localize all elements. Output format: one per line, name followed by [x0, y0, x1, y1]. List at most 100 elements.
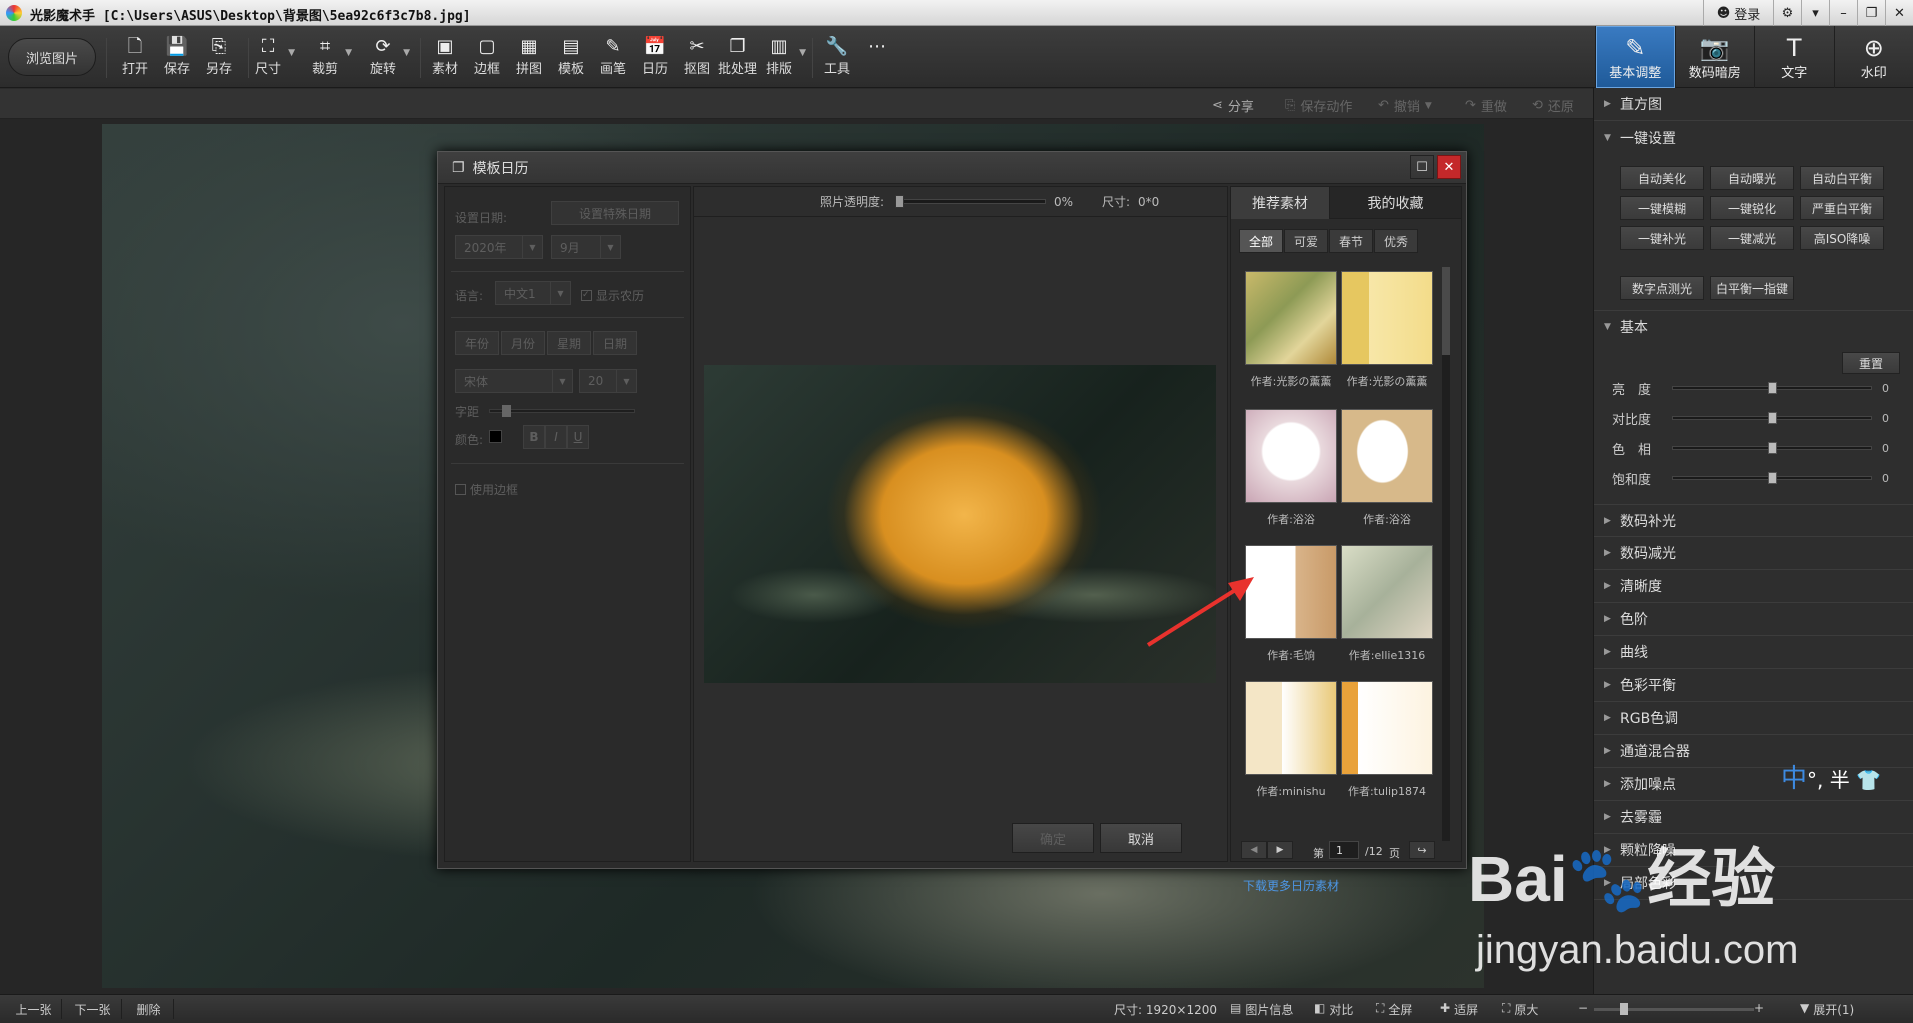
template-thumb[interactable] — [1341, 409, 1433, 503]
section-color-balance[interactable]: ▶ 色彩平衡 — [1594, 669, 1913, 702]
bold-button[interactable]: B — [523, 425, 545, 449]
font-size-select[interactable]: 20 ▼ — [579, 369, 637, 393]
one-key-fill-light-button[interactable]: 一键补光 — [1620, 226, 1704, 250]
cat-excellent[interactable]: 优秀 — [1374, 229, 1418, 253]
skin-button[interactable]: ⚙ — [1773, 0, 1801, 26]
close-button[interactable]: ✕ — [1885, 0, 1913, 26]
month-select[interactable]: 9月 ▼ — [551, 235, 621, 259]
section-rgb-tone[interactable]: ▶ RGB色调 — [1594, 702, 1913, 735]
login-button[interactable]: ☻ 登录 — [1703, 0, 1773, 26]
expand-button[interactable]: ▼ 展开(1) — [1800, 1001, 1854, 1018]
language-select[interactable]: 中文1 ▼ — [495, 281, 571, 305]
delete-image-button[interactable]: 删除 — [124, 999, 174, 1019]
template-thumb[interactable] — [1245, 271, 1337, 365]
chevron-down-icon[interactable]: ▼ — [288, 48, 295, 58]
section-reduce-light[interactable]: ▶ 数码减光 — [1594, 537, 1913, 570]
font-select[interactable]: 宋体 ▼ — [455, 369, 573, 393]
share-button[interactable]: ⋖ 分享 — [1212, 96, 1254, 115]
slider-knob[interactable] — [1768, 412, 1777, 424]
rotate-button[interactable]: ⟳ 旋转 ▼ — [370, 36, 410, 82]
one-key-sharpen-button[interactable]: 一键锐化 — [1710, 196, 1794, 220]
zoom-out-icon[interactable]: − — [1578, 1001, 1588, 1015]
collage-button[interactable]: ▦ 拼图 — [516, 36, 542, 82]
undo-button[interactable]: ↶ 撤销 ▼ — [1378, 96, 1432, 115]
template-thumb[interactable] — [1341, 545, 1433, 639]
fullscreen-button[interactable]: ⛶ 全屏 — [1376, 1001, 1412, 1018]
tab-month[interactable]: 月份 — [501, 331, 545, 355]
page-input[interactable]: 1 — [1329, 841, 1359, 859]
reset-button[interactable]: 重置 — [1842, 352, 1900, 374]
special-date-button[interactable]: 设置特殊日期 — [551, 201, 679, 225]
brush-button[interactable]: ✎ 画笔 — [600, 36, 626, 82]
minimize-button[interactable]: – — [1829, 0, 1857, 26]
opacity-slider[interactable] — [895, 195, 1046, 208]
one-key-blur-button[interactable]: 一键模糊 — [1620, 196, 1704, 220]
template-button[interactable]: ▤ 模板 — [558, 36, 584, 82]
go-page-button[interactable]: ↪ — [1409, 841, 1435, 859]
prev-page-button[interactable]: ◀ — [1241, 841, 1267, 859]
use-border-checkbox[interactable]: 使用边框 — [455, 481, 518, 498]
chevron-down-icon[interactable]: ▼ — [1425, 101, 1432, 111]
browse-images-button[interactable]: 浏览图片 — [8, 38, 96, 76]
next-image-button[interactable]: 下一张 — [64, 999, 122, 1019]
zoom-in-icon[interactable]: + — [1754, 1001, 1764, 1015]
tab-year[interactable]: 年份 — [455, 331, 499, 355]
border-button[interactable]: ▢ 边框 — [474, 36, 500, 82]
color-swatch[interactable] — [489, 430, 502, 443]
section-curves[interactable]: ▶ 曲线 — [1594, 636, 1913, 669]
slider-knob[interactable] — [1768, 442, 1777, 454]
prev-image-button[interactable]: 上一张 — [6, 999, 62, 1019]
section-levels[interactable]: ▶ 色阶 — [1594, 603, 1913, 636]
restore-button[interactable]: ⟲ 还原 — [1532, 96, 1574, 115]
cat-all[interactable]: 全部 — [1239, 229, 1283, 253]
maximize-button[interactable]: ❐ — [1857, 0, 1885, 26]
menu-button[interactable]: ▾ — [1801, 0, 1829, 26]
slider-knob[interactable] — [1620, 1003, 1628, 1015]
resize-button[interactable]: ⛶ 尺寸 ▼ — [255, 36, 295, 82]
lunar-checkbox[interactable]: ✓ 显示农历 — [581, 287, 644, 304]
chevron-down-icon[interactable]: ▼ — [345, 48, 352, 58]
ok-button[interactable]: 确定 — [1012, 823, 1094, 853]
redo-button[interactable]: ↷ 重做 — [1465, 96, 1507, 115]
template-thumb[interactable] — [1245, 409, 1337, 503]
section-one-key[interactable]: ▼ 一键设置 — [1594, 121, 1913, 154]
auto-white-balance-button[interactable]: 自动白平衡 — [1800, 166, 1884, 190]
cat-cute[interactable]: 可爱 — [1284, 229, 1328, 253]
auto-beautify-button[interactable]: 自动美化 — [1620, 166, 1704, 190]
slider-knob[interactable] — [895, 195, 904, 208]
underline-button[interactable]: U — [567, 425, 589, 449]
dialog-close-button[interactable]: ✕ — [1437, 155, 1461, 179]
template-thumb[interactable] — [1341, 271, 1433, 365]
save-button[interactable]: 💾 保存 — [164, 36, 190, 82]
batch-button[interactable]: ❐ 批处理 — [718, 36, 757, 82]
strong-white-balance-button[interactable]: 严重白平衡 — [1800, 196, 1884, 220]
tools-button[interactable]: 🔧 工具 — [824, 36, 850, 82]
download-more-link[interactable]: 下载更多日历素材 — [1243, 877, 1339, 894]
section-basic[interactable]: ▼ 基本 — [1594, 310, 1913, 343]
ime-indicator[interactable]: 中°, 半 👕 — [1781, 758, 1881, 795]
chevron-down-icon[interactable]: ▼ — [799, 48, 806, 58]
contrast-slider[interactable]: 对比度 0 — [1612, 408, 1902, 428]
tab-basic-adjust[interactable]: ✎ 基本调整 — [1595, 26, 1675, 88]
compare-button[interactable]: ◧ 对比 — [1314, 1001, 1353, 1018]
brightness-slider[interactable]: 亮 度0 — [1612, 378, 1902, 398]
crop-button[interactable]: ⌗ 裁剪 ▼ — [312, 36, 352, 82]
tab-recommended[interactable]: 推荐素材 — [1231, 187, 1329, 219]
tab-text[interactable]: T 文字 — [1754, 26, 1834, 88]
tab-week[interactable]: 星期 — [547, 331, 591, 355]
more-button[interactable]: ⋯ — [868, 36, 886, 82]
cancel-button[interactable]: 取消 — [1100, 823, 1182, 853]
white-balance-picker-button[interactable]: 白平衡一指键 — [1710, 276, 1794, 300]
tab-day[interactable]: 日期 — [593, 331, 637, 355]
spacing-slider[interactable] — [489, 405, 635, 417]
scrollbar-thumb[interactable] — [1442, 267, 1450, 355]
template-thumb[interactable] — [1245, 681, 1337, 775]
slider-knob[interactable] — [1768, 472, 1777, 484]
year-select[interactable]: 2020年 ▼ — [455, 235, 543, 259]
section-histogram[interactable]: ▶ 直方图 — [1594, 88, 1913, 121]
tab-favorites[interactable]: 我的收藏 — [1329, 187, 1461, 219]
layout-button[interactable]: ▥ 排版 ▼ — [766, 36, 806, 82]
high-iso-denoise-button[interactable]: 高ISO降噪 — [1800, 226, 1884, 250]
fit-screen-button[interactable]: ✚ 适屏 — [1440, 1001, 1478, 1018]
chevron-down-icon[interactable]: ▼ — [403, 48, 410, 58]
